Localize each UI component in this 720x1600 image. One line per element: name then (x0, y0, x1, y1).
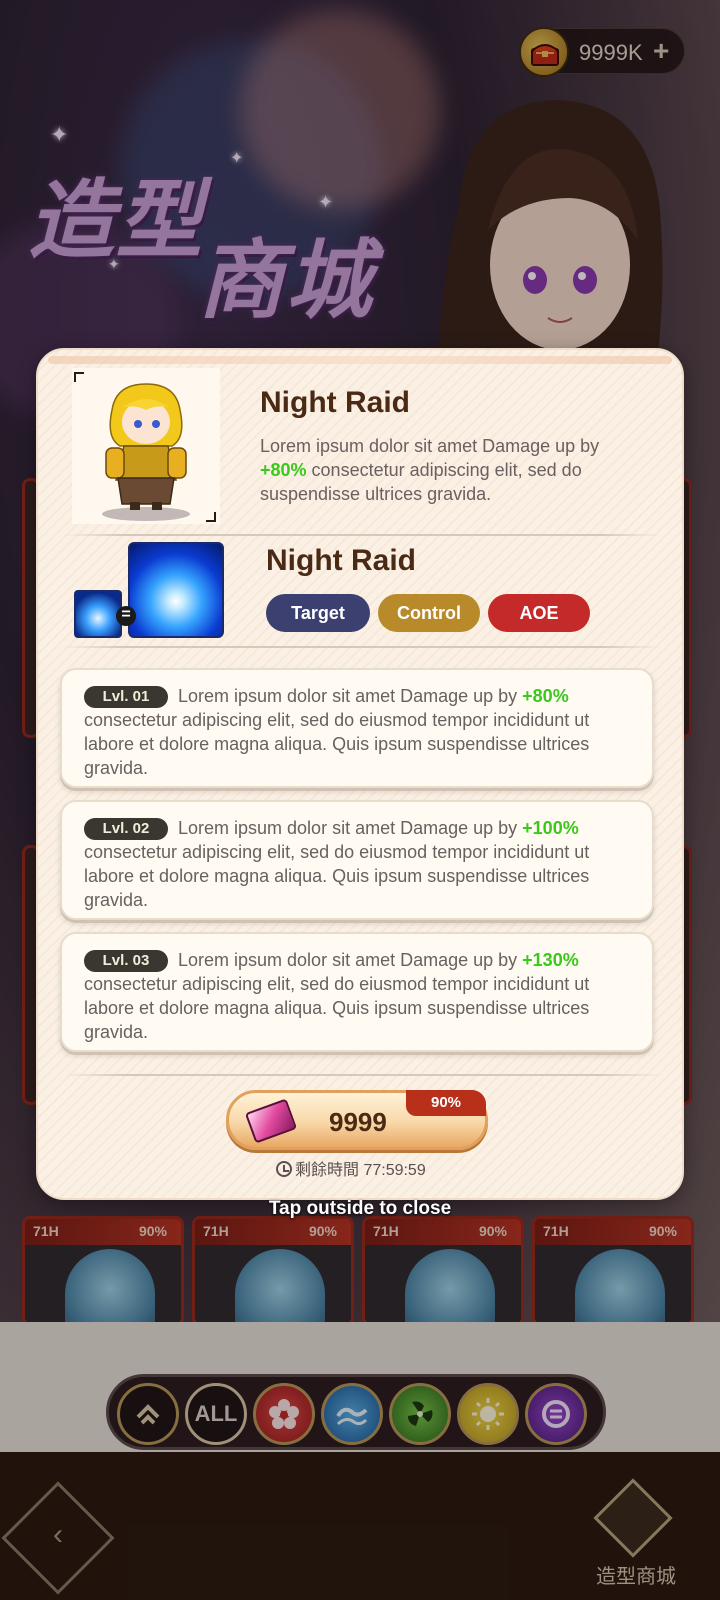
level-text: consectetur adipiscing elit, sed do eius… (84, 974, 590, 1042)
level-card: Lvl. 02 Lorem ipsum dolor sit amet Damag… (60, 800, 654, 920)
close-hint: Tap outside to close (268, 1198, 452, 1219)
modal-rim (48, 356, 672, 364)
skill-tag-aoe: AOE (488, 594, 590, 632)
level-text: consectetur adipiscing elit, sed do eius… (84, 710, 590, 778)
skill-tag-control: Control (378, 594, 480, 632)
discount-badge: 90% (406, 1090, 486, 1116)
level-description: Lorem ipsum dolor sit amet Damage up by … (84, 684, 644, 780)
remaining-time-text: 剩餘時間 77:59:59 (295, 1162, 426, 1179)
skin-description: Lorem ipsum dolor sit amet Damage up by … (260, 434, 640, 506)
section-divider (62, 534, 662, 536)
skill-icon-small (74, 590, 122, 638)
skill-name: Night Raid (266, 544, 416, 577)
skill-icon-large (128, 542, 224, 638)
level-card: Lvl. 01 Lorem ipsum dolor sit amet Damag… (60, 668, 654, 788)
level-text: Lorem ipsum dolor sit amet Damage up by (178, 818, 523, 838)
skin-desc-text: consectetur adipiscing elit, sed do susp… (260, 460, 582, 504)
level-highlight: +130% (522, 950, 579, 970)
skin-desc-highlight: +80% (260, 460, 307, 480)
level-card: Lvl. 03 Lorem ipsum dolor sit amet Damag… (60, 932, 654, 1052)
level-highlight: +80% (522, 686, 569, 706)
chibi-character-art (102, 383, 190, 521)
skill-tag-target: Target (266, 594, 370, 632)
level-text: Lorem ipsum dolor sit amet Damage up by (178, 686, 523, 706)
clock-icon (276, 1161, 292, 1177)
level-text: consectetur adipiscing elit, sed do eius… (84, 842, 590, 910)
equals-icon: = (116, 606, 136, 626)
skin-name: Night Raid (260, 386, 410, 419)
skin-portrait (72, 368, 220, 524)
level-description: Lorem ipsum dolor sit amet Damage up by … (84, 816, 644, 912)
ticket-gem-icon (244, 1098, 298, 1144)
frame-corner (74, 372, 84, 382)
frame-corner (206, 512, 216, 522)
purchase-price: 9999 (329, 1107, 387, 1137)
level-highlight: +100% (522, 818, 579, 838)
level-description: Lorem ipsum dolor sit amet Damage up by … (84, 948, 644, 1044)
skin-detail-modal: Night Raid Lorem ipsum dolor sit amet Da… (36, 348, 684, 1200)
level-text: Lorem ipsum dolor sit amet Damage up by (178, 950, 523, 970)
section-divider (62, 1074, 662, 1076)
skin-desc-text: Lorem ipsum dolor sit amet Damage up by (260, 436, 600, 456)
remaining-time: 剩餘時間 77:59:59 (276, 1156, 426, 1180)
section-divider (62, 646, 662, 648)
